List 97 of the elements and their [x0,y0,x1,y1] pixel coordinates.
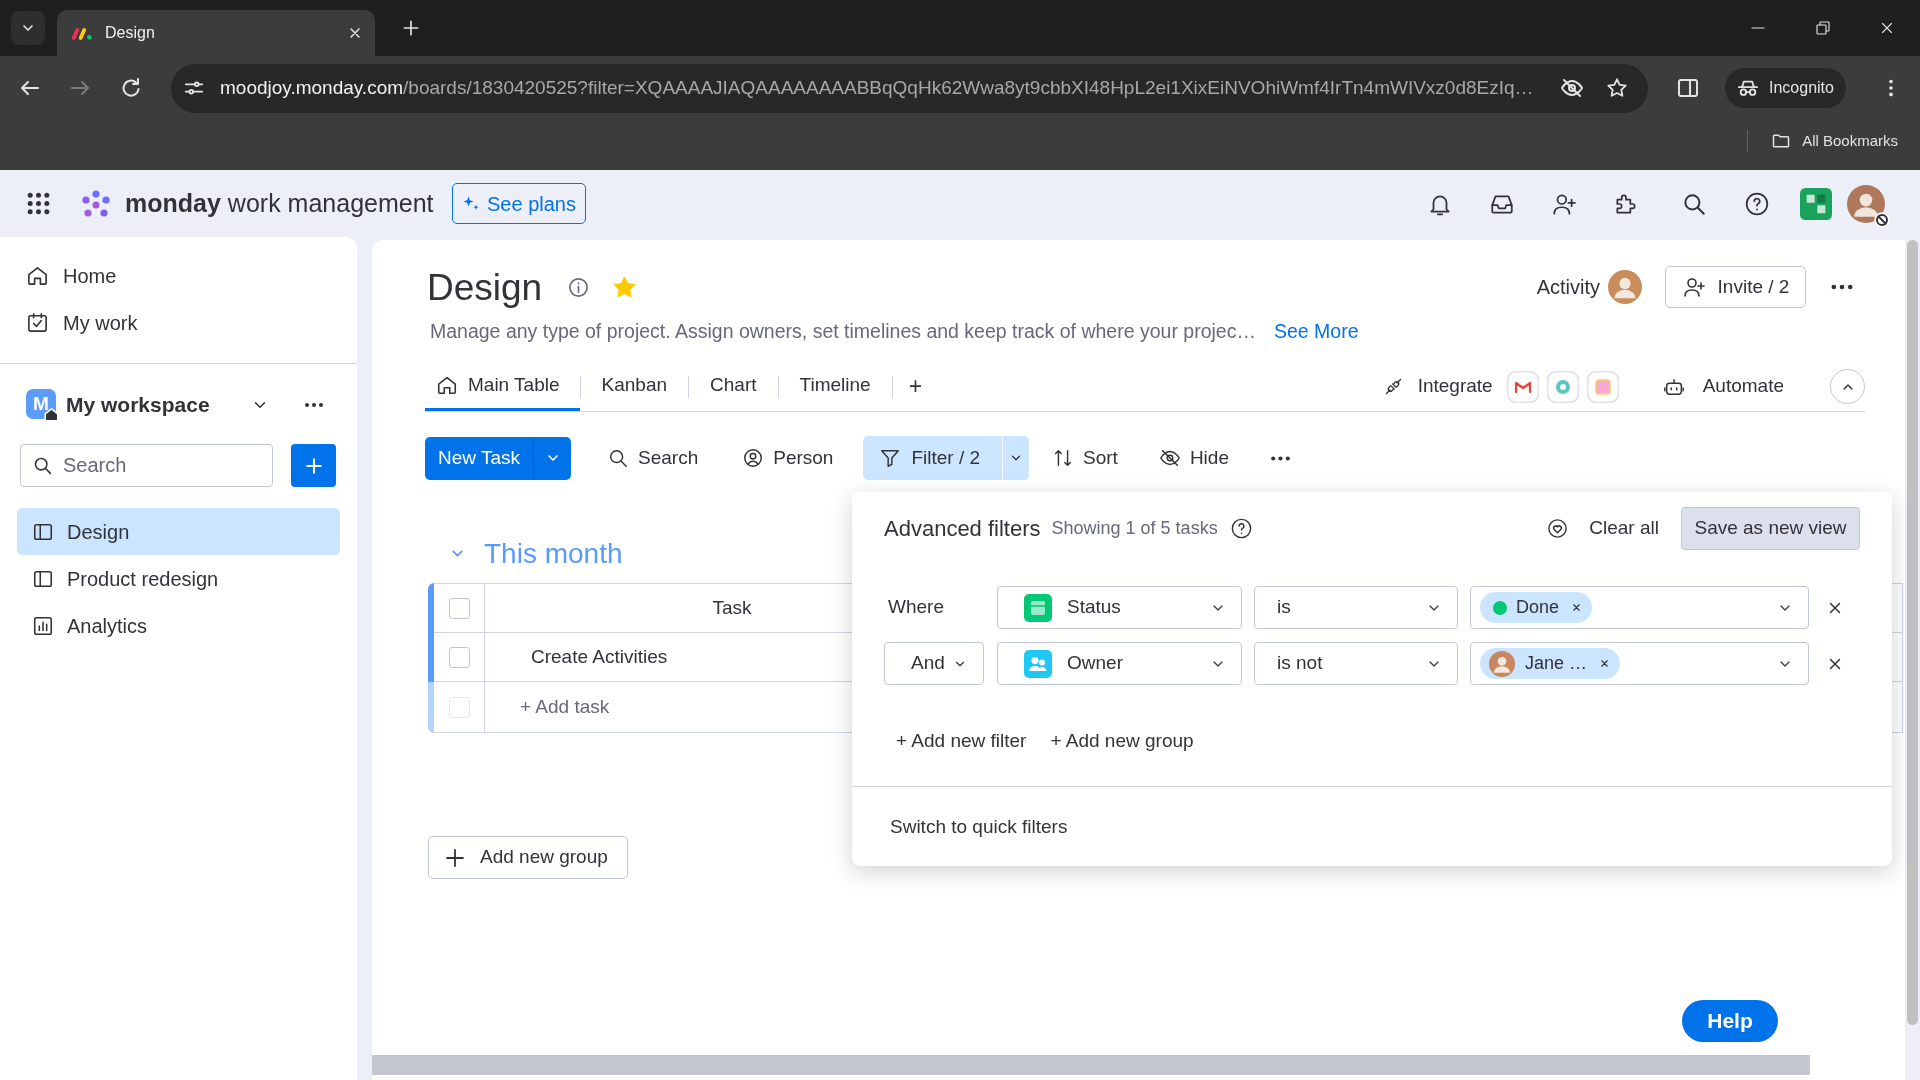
search-field[interactable]: Search [20,444,273,487]
remove-chip-icon[interactable] [1599,658,1611,669]
plus-icon [303,455,324,476]
view-tab[interactable]: Kanban [580,362,689,411]
panel-title: Advanced filters [884,515,1041,543]
home-icon [26,264,49,287]
board-link[interactable]: Analytics [17,602,340,649]
mail-app-icon [1506,370,1539,403]
help-icon[interactable] [1229,517,1253,540]
eye-slash-icon[interactable] [1560,76,1584,100]
remove-chip-icon[interactable] [1571,602,1583,613]
board-description: Manage any type of project. Assign owners, set timelines and keep track of where your projec… [430,319,1256,345]
nav-link[interactable]: My work [0,299,357,346]
vertical-scrollbar[interactable] [1907,240,1918,1025]
value-select[interactable]: Jane … [1470,642,1809,685]
view-tab[interactable]: Chart [689,362,778,411]
operator-select[interactable]: is not [1254,642,1458,685]
square-app-icon [1586,370,1619,403]
view-tab[interactable]: Timeline [778,362,892,411]
add-group-button[interactable]: Add new group [428,836,628,879]
save-view-button[interactable]: Save as new view [1681,507,1860,550]
calendar-check-icon [26,311,49,334]
operator-select[interactable]: is [1254,586,1458,629]
where-label: Where [888,595,944,620]
person-plus-icon [1681,275,1706,299]
see-plans-button[interactable]: See plans [451,183,586,224]
help-icon[interactable] [1744,190,1770,217]
all-bookmarks-button[interactable]: All Bookmarks [1762,127,1906,155]
browser-tab[interactable]: Design [57,10,375,56]
search-icon [32,455,53,476]
add-filter-button[interactable]: + Add new filter [896,726,1027,756]
eye-slash-icon [1158,447,1181,469]
header-checkbox[interactable] [448,597,470,619]
column-header: Task [712,595,752,620]
automate-button[interactable]: Automate [1662,372,1784,401]
tab-search-button[interactable] [11,11,45,45]
nav-link[interactable]: Home [0,252,357,299]
board-link[interactable]: Design [17,508,340,555]
filter-button[interactable]: Filter / 2 [863,436,1003,480]
new-task-button[interactable]: New Task [425,436,533,480]
people-column-icon [1024,649,1052,678]
sort-button[interactable]: Sort [1042,436,1128,480]
tab-logo-icon [71,25,93,41]
info-icon[interactable] [567,275,591,299]
person-avatar [1489,650,1515,677]
person-circle-icon [742,447,765,469]
side-panel-icon[interactable] [1676,76,1700,100]
board-link[interactable]: Product redesign [17,555,340,602]
clear-all-button[interactable]: Clear all [1546,514,1659,543]
funnel-icon [879,447,902,469]
help-button[interactable]: Help [1682,1000,1778,1042]
product-name: work management [227,187,434,219]
person-button[interactable]: Person [732,436,844,480]
search-button[interactable]: Search [597,436,709,480]
activity-avatar [1608,270,1642,304]
blocked-badge-icon [1874,211,1890,228]
status-column-icon [1024,593,1052,622]
star-icon[interactable] [612,274,638,300]
see-more-link[interactable]: See More [1273,317,1359,347]
new-tab-icon[interactable] [401,18,421,38]
add-button[interactable] [291,444,336,487]
column-select[interactable]: Owner [997,642,1242,685]
search-icon [607,447,629,469]
chip-label: Jane … [1525,652,1588,675]
apps-grid-icon[interactable] [26,191,51,216]
value-select[interactable]: Done [1470,586,1809,629]
workspace-selector[interactable]: M My workspace [26,383,269,427]
hide-button[interactable]: Hide [1148,436,1239,480]
add-view-button[interactable]: + [908,375,923,398]
home-icon [436,374,458,396]
conjunction-select[interactable]: And [884,642,984,685]
round-app-icon [1546,370,1579,403]
switch-quick-filters-link[interactable]: Switch to quick filters [890,812,1068,842]
restore-icon[interactable] [1814,19,1832,37]
address-bar[interactable]: moodjoy.monday.com/boards/1830420525?filter=XQAAAAJIAQAAAAAAAABBqQqHk62Wwa8yt9cbbXI48HpL2ei1XixEiNVOhiWmf4IrTn4mWIVxz0d8EzIq… [171,63,1648,113]
brand-name: monday [125,187,221,219]
new-task-menu-button[interactable] [533,436,571,480]
board-title: Design [427,268,543,306]
column-select[interactable]: Status [997,586,1242,629]
invite-button[interactable]: Invite / 2 [1665,266,1806,308]
add-row-color-bar [428,682,434,733]
horizontal-scrollbar[interactable] [372,1055,1810,1075]
heart-circle-icon [1546,517,1570,540]
row-checkbox[interactable] [448,646,470,668]
results-count: Showing 1 of 5 tasks [1051,517,1218,540]
incognito-badge[interactable]: Incognito [1725,68,1846,108]
user-avatar[interactable] [1847,184,1885,223]
chip-label: Done [1516,596,1560,619]
add-task-button[interactable]: + Add task [520,692,610,722]
star-outline-icon[interactable] [1606,77,1628,99]
add-filter-group-button[interactable]: + Add new group [1050,726,1194,756]
integrate-button[interactable]: Integrate [1382,372,1493,401]
app-tile-icon[interactable] [1800,187,1832,220]
view-tab[interactable]: Main Table [425,362,580,411]
dashboard-icon [32,614,54,637]
task-name[interactable]: Create Activities [531,642,668,672]
activity-button[interactable]: Activity [1536,270,1642,304]
